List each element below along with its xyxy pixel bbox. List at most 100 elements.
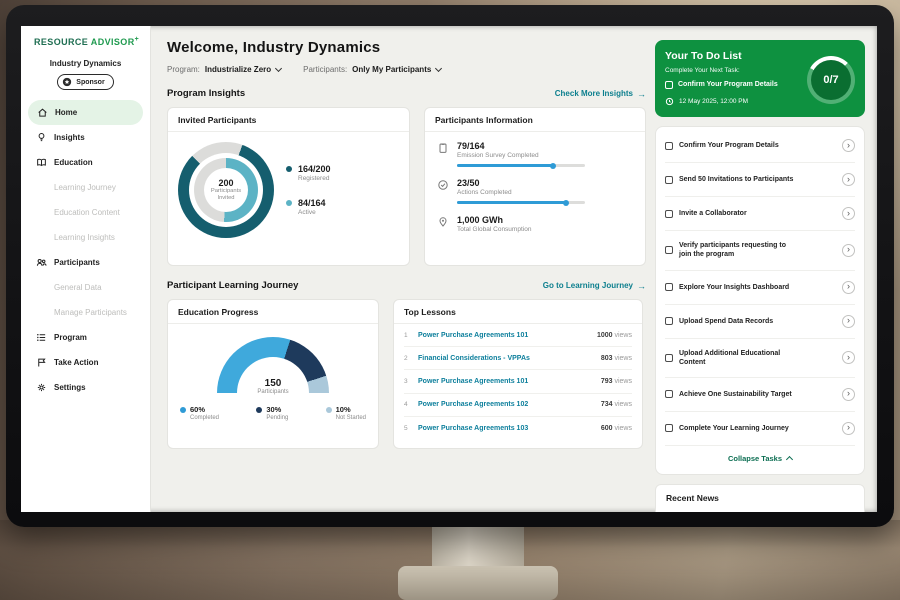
task-chevron-button[interactable]: › bbox=[842, 388, 855, 401]
task-checkbox[interactable] bbox=[665, 210, 673, 218]
task-row[interactable]: Complete Your Learning Journey › bbox=[665, 412, 855, 446]
task-checkbox[interactable] bbox=[665, 317, 673, 325]
sidebar-item-learning-journey[interactable]: Learning Journey bbox=[21, 175, 150, 200]
recent-news-header[interactable]: Recent News bbox=[655, 484, 865, 512]
lesson-link[interactable]: Power Purchase Agreements 102 bbox=[418, 401, 528, 408]
program-filter[interactable]: Program: Industrialize Zero bbox=[167, 65, 281, 74]
learning-journey-title: Participant Learning Journey bbox=[167, 280, 298, 291]
todo-panel: Your To Do List Complete Your Next Task:… bbox=[649, 26, 877, 512]
task-row[interactable]: Verify participants requesting to join t… bbox=[665, 231, 855, 270]
task-checkbox[interactable] bbox=[665, 390, 673, 398]
participants-filter[interactable]: Participants: Only My Participants bbox=[303, 65, 441, 74]
sidebar-item-take-action[interactable]: Take Action bbox=[21, 350, 150, 375]
stat-label: Total Global Consumption bbox=[457, 226, 531, 233]
sidebar-item-settings[interactable]: Settings bbox=[21, 375, 150, 400]
go-to-learning-journey-link[interactable]: Go to Learning Journey → bbox=[543, 281, 646, 291]
legend-registered: 164/200 Registered bbox=[286, 164, 331, 182]
sidebar-item-home[interactable]: Home bbox=[28, 100, 143, 125]
lesson-views: 803 views bbox=[601, 355, 632, 362]
views-count: 734 bbox=[601, 401, 613, 408]
sidebar-nav: Home Insights Education Learning Journey… bbox=[21, 100, 150, 400]
check-more-insights-link[interactable]: Check More Insights → bbox=[555, 89, 646, 99]
task-chevron-button[interactable]: › bbox=[842, 139, 855, 152]
views-count: 793 bbox=[601, 378, 613, 385]
legend-dot bbox=[326, 407, 332, 413]
sidebar-item-education-content[interactable]: Education Content bbox=[21, 200, 150, 225]
invited-donut-ring-outer: 200 Participants Invited bbox=[178, 142, 274, 238]
task-checkbox[interactable] bbox=[665, 283, 673, 291]
invited-card-body: 200 Participants Invited 164/200 Registe bbox=[168, 132, 409, 246]
lesson-rank: 4 bbox=[404, 401, 411, 408]
sidebar-item-learning-insights[interactable]: Learning Insights bbox=[21, 225, 150, 250]
lesson-link[interactable]: Power Purchase Agreements 103 bbox=[418, 425, 528, 432]
org-name: Industry Dynamics bbox=[21, 59, 150, 68]
todo-next-task[interactable]: Confirm Your Program Details bbox=[665, 81, 800, 89]
next-task-label: Confirm Your Program Details bbox=[678, 81, 778, 89]
stat-progress-fill bbox=[457, 201, 567, 204]
task-row[interactable]: Achieve One Sustainability Target › bbox=[665, 378, 855, 412]
sidebar-item-label: Home bbox=[55, 108, 77, 117]
due-datetime: 12 May 2025, 12:00 PM bbox=[679, 98, 748, 105]
sidebar-item-manage-participants[interactable]: Manage Participants bbox=[21, 300, 150, 325]
task-row[interactable]: Invite a Collaborator › bbox=[665, 197, 855, 231]
lesson-row[interactable]: 5 Power Purchase Agreements 103 600 view… bbox=[404, 417, 632, 440]
task-chevron-button[interactable]: › bbox=[842, 244, 855, 257]
task-chevron-button[interactable]: › bbox=[842, 315, 855, 328]
lesson-link[interactable]: Financial Considerations - VPPAs bbox=[418, 355, 530, 362]
sidebar-item-education[interactable]: Education bbox=[21, 150, 150, 175]
sidebar-item-insights[interactable]: Insights bbox=[21, 125, 150, 150]
clock-icon bbox=[665, 97, 674, 106]
sidebar-item-label: Education Content bbox=[54, 208, 120, 217]
gear-icon bbox=[35, 382, 47, 394]
task-checkbox[interactable] bbox=[665, 424, 673, 432]
task-chevron-button[interactable]: › bbox=[842, 281, 855, 294]
views-word: views bbox=[614, 332, 632, 339]
task-chevron-button[interactable]: › bbox=[842, 173, 855, 186]
task-checkbox[interactable] bbox=[665, 354, 673, 362]
checkbox-icon[interactable] bbox=[665, 81, 673, 89]
task-row[interactable]: Explore Your Insights Dashboard › bbox=[665, 271, 855, 305]
sponsor-badge[interactable]: Sponsor bbox=[57, 74, 113, 90]
task-checkbox[interactable] bbox=[665, 246, 673, 254]
legend-value: 30% bbox=[266, 405, 288, 414]
education-legend: 60% Completed 30% Pending bbox=[168, 397, 378, 421]
sidebar-item-general-data[interactable]: General Data bbox=[21, 275, 150, 300]
gauge-center: 150 Participants bbox=[217, 378, 329, 395]
location-pin-icon bbox=[437, 216, 449, 228]
task-row[interactable]: Upload Spend Data Records › bbox=[665, 305, 855, 339]
task-chevron-button[interactable]: › bbox=[842, 207, 855, 220]
progress-track bbox=[457, 201, 585, 204]
monitor-stand-base bbox=[398, 566, 558, 600]
task-chevron-button[interactable]: › bbox=[842, 351, 855, 364]
collapse-tasks-link[interactable]: Collapse Tasks bbox=[665, 446, 855, 472]
task-label: Send 50 Invitations to Participants bbox=[679, 175, 793, 184]
legend-dot bbox=[180, 407, 186, 413]
gauge-center-value: 150 bbox=[217, 378, 329, 389]
lesson-row[interactable]: 2 Financial Considerations - VPPAs 803 v… bbox=[404, 347, 632, 370]
task-checkbox[interactable] bbox=[665, 176, 673, 184]
legend-value: 164/200 bbox=[298, 164, 331, 174]
task-row[interactable]: Confirm Your Program Details › bbox=[665, 129, 855, 163]
task-checkbox[interactable] bbox=[665, 142, 673, 150]
task-label: Achieve One Sustainability Target bbox=[679, 390, 792, 399]
lesson-views: 600 views bbox=[601, 425, 632, 432]
lesson-row[interactable]: 4 Power Purchase Agreements 102 734 view… bbox=[404, 394, 632, 417]
card-title: Top Lessons bbox=[394, 300, 642, 324]
sponsor-label: Sponsor bbox=[76, 79, 104, 86]
logo-text-resource: RESOURCE bbox=[34, 37, 88, 47]
collapse-label: Collapse Tasks bbox=[728, 454, 782, 463]
lesson-row[interactable]: 1 Power Purchase Agreements 101 1000 vie… bbox=[404, 324, 632, 347]
task-row[interactable]: Send 50 Invitations to Participants › bbox=[665, 163, 855, 197]
lesson-row[interactable]: 3 Power Purchase Agreements 101 793 view… bbox=[404, 370, 632, 393]
task-chevron-button[interactable]: › bbox=[842, 422, 855, 435]
sidebar-item-label: General Data bbox=[54, 283, 102, 292]
views-count: 600 bbox=[601, 425, 613, 432]
sidebar-item-program[interactable]: Program bbox=[21, 325, 150, 350]
lesson-link[interactable]: Power Purchase Agreements 101 bbox=[418, 378, 528, 385]
legend-label: Not Started bbox=[336, 415, 366, 421]
sponsor-star-icon bbox=[62, 77, 72, 87]
sidebar-item-participants[interactable]: Participants bbox=[21, 250, 150, 275]
todo-task-list: Confirm Your Program Details › Send 50 I… bbox=[655, 126, 865, 474]
lesson-link[interactable]: Power Purchase Agreements 101 bbox=[418, 332, 528, 339]
task-row[interactable]: Upload Additional Educational Content › bbox=[665, 339, 855, 378]
